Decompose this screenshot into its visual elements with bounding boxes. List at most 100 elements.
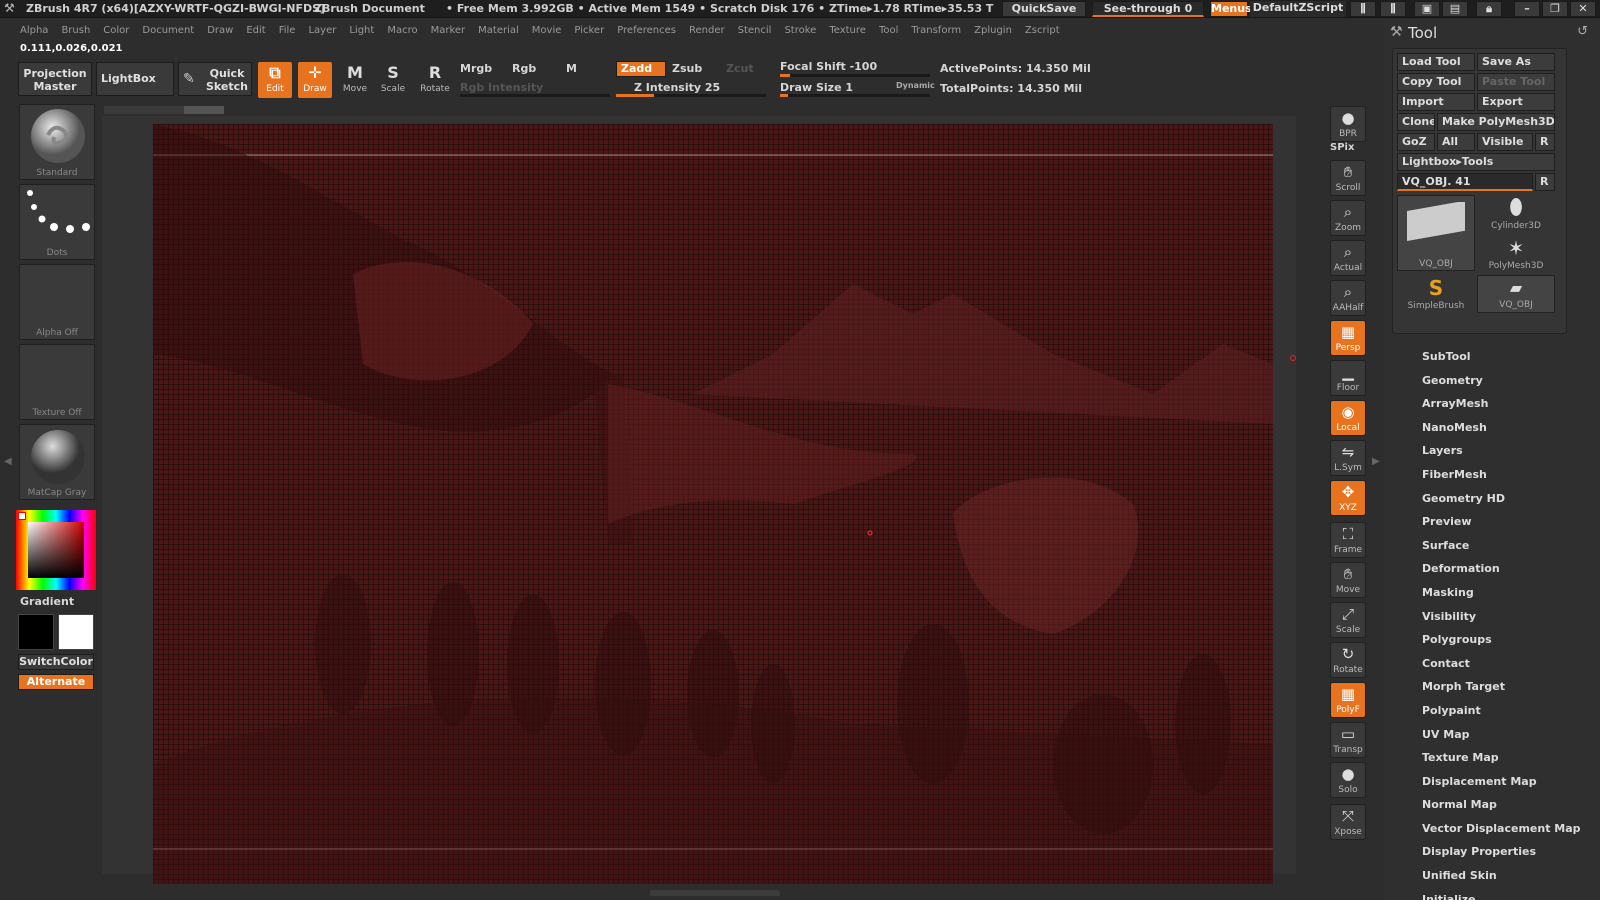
menu-tool[interactable]: Tool — [879, 22, 898, 40]
shelf-persp-button[interactable]: ▦ Persp — [1330, 320, 1366, 356]
spix-slider[interactable]: SPix — [1330, 142, 1354, 153]
goz-button[interactable]: GoZ — [1397, 133, 1435, 151]
menu-marker[interactable]: Marker — [431, 22, 466, 40]
import-button[interactable]: Import — [1397, 93, 1475, 111]
copy-tool-button[interactable]: Copy Tool — [1397, 73, 1475, 91]
menu-picker[interactable]: Picker — [574, 22, 604, 40]
subpalette-polygroups[interactable]: Polygroups — [1422, 633, 1581, 657]
bottom-tray-handle[interactable] — [650, 890, 780, 896]
scroll-thumb[interactable] — [184, 106, 224, 114]
restore-icon[interactable]: ❐ — [1542, 1, 1568, 17]
lightbox-tools-button[interactable]: Lightbox▸Tools — [1397, 153, 1555, 171]
subpalette-geometry-hd[interactable]: Geometry HD — [1422, 492, 1581, 516]
subpalette-contact[interactable]: Contact — [1422, 657, 1581, 681]
subpalette-visibility[interactable]: Visibility — [1422, 610, 1581, 634]
switch-color-button[interactable]: SwitchColor — [18, 654, 94, 670]
goz-visible-button[interactable]: Visible — [1477, 133, 1533, 151]
subpalette-layers[interactable]: Layers — [1422, 444, 1581, 468]
menu-material[interactable]: Material — [478, 22, 519, 40]
subpalette-nanomesh[interactable]: NanoMesh — [1422, 421, 1581, 445]
lock-icon[interactable]: 🔒︎ — [1476, 1, 1502, 17]
menu-texture[interactable]: Texture — [829, 22, 866, 40]
menu-macro[interactable]: Macro — [387, 22, 417, 40]
menu-transform[interactable]: Transform — [911, 22, 961, 40]
shelf-polyf-button[interactable]: ▦ PolyF — [1330, 682, 1366, 718]
brush-selector[interactable]: Standard — [19, 104, 95, 180]
menus-toggle[interactable]: Menus — [1210, 1, 1252, 17]
tool-thumb-polymesh[interactable]: ✶ PolyMesh3D — [1477, 235, 1555, 273]
clone-button[interactable]: Clone — [1397, 113, 1435, 131]
toggle-left-icon[interactable]: ⫼ — [1350, 1, 1376, 17]
subpalette-geometry[interactable]: Geometry — [1422, 374, 1581, 398]
reset-palette-icon[interactable]: ↺ — [1577, 24, 1588, 39]
subpalette-uv-map[interactable]: UV Map — [1422, 728, 1581, 752]
layout-alt-icon[interactable]: ▤ — [1442, 1, 1468, 17]
menu-light[interactable]: Light — [349, 22, 374, 40]
shelf-zoom-button[interactable]: ⌕ Zoom — [1330, 200, 1366, 236]
shelf-aahalf-button[interactable]: ⌕ AAHalf — [1330, 280, 1366, 316]
zadd-button[interactable]: Zadd — [616, 61, 666, 77]
subpalette-vector-displacement-map[interactable]: Vector Displacement Map — [1422, 822, 1581, 846]
rgb-intensity-slider[interactable]: Rgb Intensity — [460, 81, 543, 94]
make-polymesh-button[interactable]: Make PolyMesh3D — [1437, 113, 1555, 131]
menu-layer[interactable]: Layer — [308, 22, 336, 40]
shelf-move-button[interactable]: ✋︎ Move — [1330, 562, 1366, 598]
shelf-scroll-button[interactable]: ✋︎ Scroll — [1330, 160, 1366, 196]
close-icon[interactable]: ✕ — [1570, 1, 1596, 17]
menu-render[interactable]: Render — [689, 22, 725, 40]
quick-sketch-button[interactable]: ✎ Quick Sketch — [178, 62, 252, 96]
projection-master-button[interactable]: Projection Master — [18, 62, 92, 96]
edit-mode-button[interactable]: ⧉ Edit — [258, 62, 292, 98]
menu-color[interactable]: Color — [103, 22, 129, 40]
save-as-button[interactable]: Save As — [1477, 53, 1555, 71]
menu-draw[interactable]: Draw — [207, 22, 233, 40]
color-picker[interactable] — [16, 510, 96, 590]
shelf-actual-button[interactable]: ⌕ Actual — [1330, 240, 1366, 276]
export-button[interactable]: Export — [1477, 93, 1555, 111]
tool-thumb-cylinder[interactable]: ⬮ Cylinder3D — [1477, 195, 1555, 233]
current-tool-r-button[interactable]: R — [1535, 173, 1555, 191]
subpalette-texture-map[interactable]: Texture Map — [1422, 751, 1581, 775]
current-tool-slider[interactable]: VQ_OBJ. 41 — [1397, 173, 1533, 191]
subpalette-fibermesh[interactable]: FiberMesh — [1422, 468, 1581, 492]
stroke-selector[interactable]: Dots — [19, 184, 95, 260]
shelf-frame-button[interactable]: ⛶ Frame — [1330, 522, 1366, 558]
gradient-label[interactable]: Gradient — [20, 595, 74, 608]
shelf-scale-button[interactable]: ⤢ Scale — [1330, 602, 1366, 638]
shelf-solo-button[interactable]: ● Solo — [1330, 762, 1366, 798]
menu-preferences[interactable]: Preferences — [617, 22, 676, 40]
menu-movie[interactable]: Movie — [532, 22, 562, 40]
texture-selector[interactable]: Texture Off — [19, 344, 95, 420]
right-tray-toggle-icon[interactable]: ▶ — [1372, 456, 1380, 467]
subpalette-display-properties[interactable]: Display Properties — [1422, 845, 1581, 869]
tool-thumb-vq-obj-2[interactable]: ▰ VQ_OBJ — [1477, 275, 1555, 313]
shelf-bpr-button[interactable]: ● BPR — [1330, 106, 1366, 142]
tool-thumb-vq-obj[interactable]: VQ_OBJ — [1397, 195, 1475, 271]
load-tool-button[interactable]: Load Tool — [1397, 53, 1475, 71]
menu-zplugin[interactable]: Zplugin — [974, 22, 1012, 40]
menu-alpha[interactable]: Alpha — [20, 22, 48, 40]
subpalette-initialize[interactable]: Initialize — [1422, 893, 1581, 900]
menu-brush[interactable]: Brush — [61, 22, 90, 40]
lightbox-button[interactable]: LightBox — [96, 62, 174, 96]
menu-document[interactable]: Document — [142, 22, 194, 40]
subpalette-subtool[interactable]: SubTool — [1422, 350, 1581, 374]
color-square[interactable] — [28, 522, 84, 578]
goz-all-button[interactable]: All — [1437, 133, 1475, 151]
draw-size-slider[interactable]: Draw Size 1 — [780, 81, 853, 94]
subpalette-polypaint[interactable]: Polypaint — [1422, 704, 1581, 728]
menu-stroke[interactable]: Stroke — [784, 22, 816, 40]
rgb-button[interactable]: Rgb — [512, 62, 536, 75]
default-zscript-button[interactable]: DefaultZScript — [1250, 1, 1346, 17]
minimize-icon[interactable]: – — [1514, 1, 1540, 17]
subpalette-normal-map[interactable]: Normal Map — [1422, 798, 1581, 822]
shelf-local-button[interactable]: ◉ Local — [1330, 400, 1366, 436]
quicksave-button[interactable]: QuickSave — [1002, 1, 1086, 17]
shelf-transp-button[interactable]: ▭ Transp — [1330, 722, 1366, 758]
subpalette-masking[interactable]: Masking — [1422, 586, 1581, 610]
toggle-right-icon[interactable]: ⫼ — [1380, 1, 1406, 17]
subpalette-displacement-map[interactable]: Displacement Map — [1422, 775, 1581, 799]
zcut-button[interactable]: Zcut — [726, 62, 754, 75]
zsub-button[interactable]: Zsub — [672, 62, 702, 75]
shelf-rotate-button[interactable]: ↻ Rotate — [1330, 642, 1366, 678]
